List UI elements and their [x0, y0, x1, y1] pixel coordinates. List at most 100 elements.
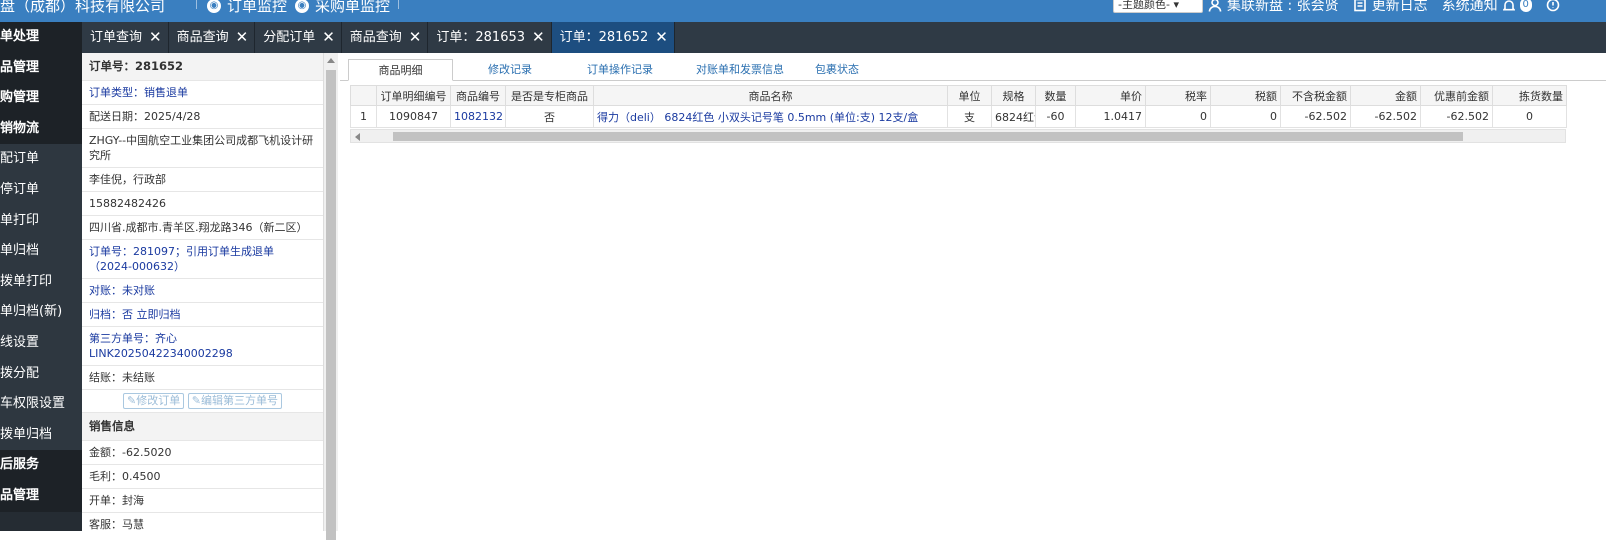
tab-package-status[interactable]: 包裹状态: [802, 59, 872, 81]
sidebar-group[interactable]: 单处理: [0, 22, 82, 53]
sidebar-item[interactable]: 单打印: [0, 205, 82, 237]
grid-horizontal-scrollbar[interactable]: [350, 129, 1566, 143]
sidebar-group[interactable]: 购管理: [0, 83, 82, 114]
tab-modify-records[interactable]: 修改记录: [465, 59, 555, 81]
unit-price-header[interactable]: 单价: [1075, 85, 1146, 106]
close-icon[interactable]: ✕: [532, 22, 545, 53]
edit-order-label: 修改订单: [136, 394, 181, 407]
scroll-left-arrow-icon[interactable]: [355, 133, 360, 141]
pretax-amount-header[interactable]: 不含税金额: [1280, 85, 1351, 106]
purchase-monitor-link[interactable]: ◉ 采购单监控: [295, 0, 390, 16]
tab-operation-records[interactable]: 订单操作记录: [570, 59, 670, 81]
sidebar-group[interactable]: 品管理: [0, 480, 82, 512]
picked-qty-header[interactable]: 拣货数量: [1492, 85, 1567, 106]
sidebar-item[interactable]: 拨分配: [0, 358, 82, 390]
third-party-number: 第三方单号：齐心LINK20250422340002298: [82, 327, 323, 366]
sales-profit: 毛利：0.4500: [82, 465, 323, 489]
customer-name: ZHGY--中国航空工业集团公司成都飞机设计研究所: [82, 129, 323, 168]
sidebar-item[interactable]: 配订单: [0, 144, 82, 175]
amount-header[interactable]: 金额: [1350, 85, 1421, 106]
sidebar-item[interactable]: 单归档(新): [0, 297, 82, 328]
header-right-tools: 集联新盘 : 张会贤 更新日志 系统通知 0: [1208, 0, 1560, 15]
delivery-address: 四川省.成都市.青羊区.翔龙路346（新二区）: [82, 216, 323, 240]
info-panel-scrollbar[interactable]: [324, 53, 338, 540]
page-tab[interactable]: 订单：281652 ✕: [551, 22, 675, 53]
detail-id-header[interactable]: 订单明细编号: [376, 85, 451, 106]
settle-status: 结账：未结账: [82, 366, 323, 390]
table-cell: -62.502: [1280, 105, 1351, 128]
quantity-header[interactable]: 数量: [1035, 85, 1076, 106]
unit-header[interactable]: 单位: [947, 85, 992, 106]
delivery-date: 配送日期：2025/4/28: [82, 105, 323, 129]
sidebar-item[interactable]: 线设置: [0, 327, 82, 359]
table-cell: 6824红色: [991, 105, 1036, 128]
sidebar-item[interactable]: 车权限设置: [0, 389, 82, 420]
close-icon[interactable]: ✕: [409, 22, 422, 53]
reference-order[interactable]: 订单号：281097；引用订单生成退单（2024-000632）: [82, 240, 323, 279]
product-code-header[interactable]: 商品编号: [450, 85, 506, 106]
notice-link[interactable]: 系统通知 0: [1442, 0, 1532, 15]
product-name-header[interactable]: 商品名称: [593, 85, 948, 106]
sidebar-group[interactable]: 销物流: [0, 113, 82, 145]
counter-product-header[interactable]: 是否是专柜商品: [505, 85, 594, 106]
page-tab[interactable]: 商品查询 ✕: [169, 22, 256, 53]
table-cell: 1: [350, 105, 377, 128]
sidebar-group[interactable]: 后服务: [0, 450, 82, 481]
notice-count-badge: 0: [1519, 0, 1532, 12]
user-label: 集联新盘 : 张会贤: [1227, 0, 1339, 14]
table-cell: 1.0417: [1075, 105, 1146, 128]
document-icon: [1353, 0, 1366, 12]
close-icon[interactable]: ✕: [322, 22, 335, 53]
contact-person: 李佳倪，行政部: [82, 168, 323, 192]
table-cell[interactable]: 1082132: [450, 105, 506, 128]
page-tab-label: 商品查询: [349, 30, 402, 45]
sidebar-item[interactable]: 拨单打印: [0, 266, 82, 298]
row-number-header[interactable]: [350, 85, 377, 106]
sidebar-item[interactable]: 停订单: [0, 174, 82, 206]
item-detail-grid: 订单明细编号 商品编号 是否是专柜商品 商品名称 单位 规格 数量 单价 税率 税额 不含税金额 金额…: [350, 85, 1567, 128]
pre-discount-header[interactable]: 优惠前金额: [1420, 85, 1493, 106]
edit-order-button[interactable]: ✎修改订单: [123, 393, 185, 409]
order-action-buttons: ✎修改订单 ✎编辑第三方单号: [82, 390, 323, 413]
table-row[interactable]: 1 1090847 1082132 否得力（deli） 6824红色 小双头记号笔 0…: [350, 105, 1567, 128]
monitor-links: ◉ 订单监控 ◉ 采购单监控: [196, 0, 401, 16]
page-tab-label: 订单查询: [90, 30, 143, 45]
scroll-up-arrow-icon[interactable]: [327, 58, 335, 63]
sales-info-heading: 销售信息: [82, 413, 323, 441]
table-cell: 0: [1145, 105, 1211, 128]
page-tab[interactable]: 分配订单 ✕: [255, 22, 342, 53]
close-icon[interactable]: ✕: [655, 22, 668, 53]
table-cell: 否: [505, 105, 594, 128]
bell-icon: [1502, 0, 1515, 10]
archive-status[interactable]: 归档：否 立即归档: [82, 303, 323, 327]
tax-rate-header[interactable]: 税率: [1145, 85, 1211, 106]
changelog-link[interactable]: 更新日志: [1353, 0, 1428, 15]
edit-third-party-button[interactable]: ✎编辑第三方单号: [187, 393, 282, 409]
page-tab-label: 商品查询: [176, 30, 229, 45]
help-link[interactable]: [1546, 0, 1560, 12]
page-tab[interactable]: 订单查询 ✕: [82, 22, 169, 53]
user-info[interactable]: 集联新盘 : 张会贤: [1208, 0, 1339, 15]
sidebar-group[interactable]: 品管理: [0, 52, 82, 84]
help-icon: [1546, 0, 1559, 12]
page-tab[interactable]: 订单：281653 ✕: [428, 22, 552, 53]
edit-third-party-label: 编辑第三方单号: [200, 394, 278, 407]
monitor-icon: ◉: [295, 0, 310, 13]
close-icon[interactable]: ✕: [149, 22, 162, 53]
page-tab[interactable]: 商品查询 ✕: [342, 22, 429, 53]
scrollbar-thumb[interactable]: [326, 70, 336, 540]
page-tab-bar: 订单查询 ✕ 商品查询 ✕ 分配订单 ✕ 商品查询 ✕ 订单：281653 ✕ 订单：281652 ✕: [82, 22, 1606, 53]
table-cell[interactable]: 得力（deli） 6824红色 小双头记号笔 0.5mm (单位:支) 12支/…: [593, 105, 948, 128]
close-icon[interactable]: ✕: [236, 22, 249, 53]
scrollbar-thumb[interactable]: [393, 132, 1463, 141]
tax-amount-header[interactable]: 税额: [1210, 85, 1281, 106]
customer-service: 客服：马慧: [82, 513, 323, 531]
spec-header[interactable]: 规格: [991, 85, 1036, 106]
theme-color-select[interactable]: -主题颜色- ▾: [1113, 0, 1203, 13]
tab-statement-invoice[interactable]: 对账单和发票信息: [675, 59, 805, 81]
order-type: 订单类型：销售退单: [82, 81, 323, 105]
order-monitor-link[interactable]: ◉ 订单监控: [207, 0, 287, 16]
sidebar-item[interactable]: 拨单归档: [0, 419, 82, 451]
tab-item-details[interactable]: 商品明细: [348, 59, 453, 81]
sidebar-item[interactable]: 单归档: [0, 236, 82, 267]
